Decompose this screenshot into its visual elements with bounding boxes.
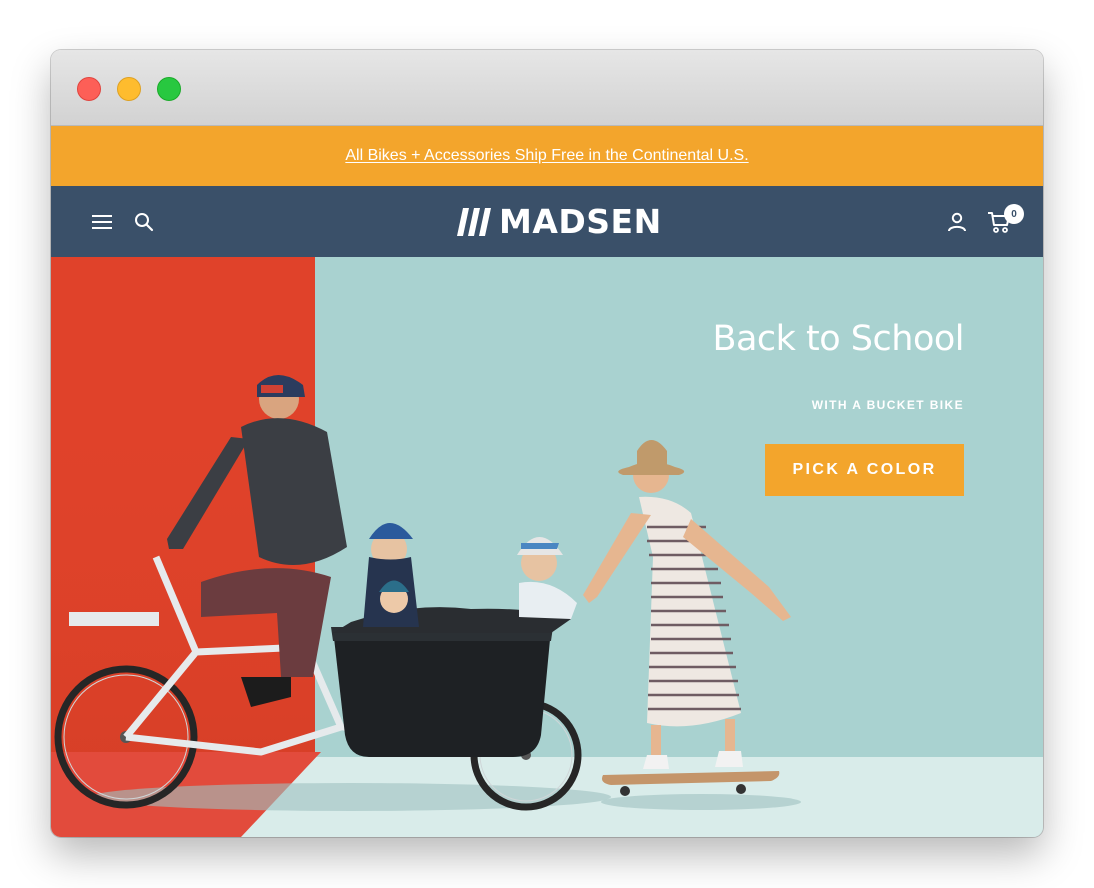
window-minimize-button[interactable] xyxy=(117,77,141,101)
hamburger-menu-icon[interactable] xyxy=(90,210,114,234)
logo-text: MADSEN xyxy=(499,202,662,241)
account-icon[interactable] xyxy=(945,210,969,234)
announcement-bar: All Bikes + Accessories Ship Free in the… xyxy=(51,126,1043,186)
window-maximize-button[interactable] xyxy=(157,77,181,101)
hero-subtitle: WITH A BUCKET BIKE xyxy=(811,398,964,412)
logo-slashes-icon xyxy=(457,208,491,236)
madsen-logo[interactable]: MADSEN xyxy=(457,204,662,240)
hero-banner: Back to School WITH A BUCKET BIKE PICK A… xyxy=(51,257,1043,837)
window-titlebar xyxy=(51,50,1043,126)
hero-title: Back to School xyxy=(712,319,964,359)
search-icon[interactable] xyxy=(132,210,156,234)
site-header: MADSEN 0 xyxy=(51,186,1043,257)
cart-count-badge: 0 xyxy=(1004,204,1024,224)
free-shipping-link[interactable]: All Bikes + Accessories Ship Free in the… xyxy=(345,147,748,165)
pick-a-color-button[interactable]: PICK A COLOR xyxy=(765,444,964,496)
browser-window: All Bikes + Accessories Ship Free in the… xyxy=(51,50,1043,837)
window-close-button[interactable] xyxy=(77,77,101,101)
